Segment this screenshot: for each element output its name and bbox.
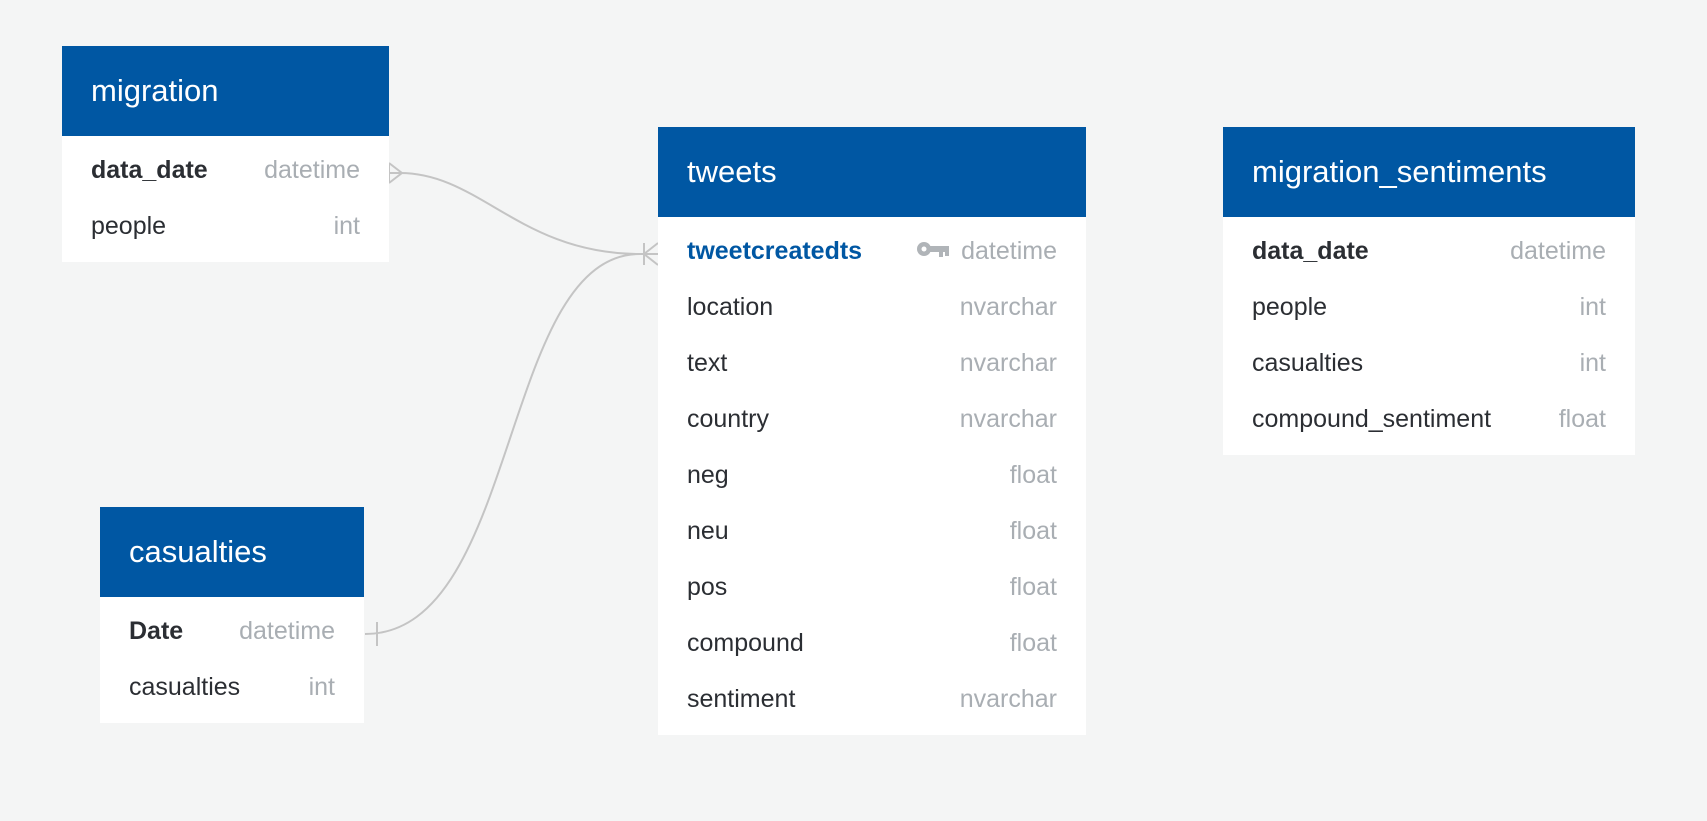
field-type: nvarchar	[959, 684, 1057, 713]
field-row[interactable]: pos float	[658, 559, 1086, 615]
field-type: float	[1009, 516, 1057, 545]
crowfoot-tweets	[630, 242, 659, 266]
field-type: int	[308, 672, 335, 701]
field-row[interactable]: neu float	[658, 503, 1086, 559]
field-name: compound_sentiment	[1252, 404, 1492, 433]
field-name: casualties	[1252, 348, 1364, 377]
field-row[interactable]: compound_sentiment float	[1223, 391, 1635, 447]
field-row[interactable]: data_date datetime	[1223, 223, 1635, 279]
field-type: nvarchar	[959, 292, 1057, 321]
field-type: nvarchar	[959, 404, 1057, 433]
field-type: int	[1579, 348, 1606, 377]
field-row[interactable]: text nvarchar	[658, 335, 1086, 391]
crowfoot-migration	[388, 162, 403, 184]
field-row[interactable]: tweetcreatedts datetime	[658, 223, 1086, 279]
field-name: country	[687, 404, 769, 433]
field-name: neg	[687, 460, 729, 489]
field-type: nvarchar	[959, 348, 1057, 377]
table-migration[interactable]: migration data_date datetime people int	[62, 46, 389, 262]
field-row[interactable]: compound float	[658, 615, 1086, 671]
field-row[interactable]: casualties int	[1223, 335, 1635, 391]
table-title[interactable]: casualties	[100, 507, 364, 597]
field-row[interactable]: sentiment nvarchar	[658, 671, 1086, 727]
field-type: int	[1579, 292, 1606, 321]
table-tweets[interactable]: tweets tweetcreatedts datetime location …	[658, 127, 1086, 735]
key-icon	[917, 242, 950, 257]
field-name: data_date	[1252, 236, 1369, 265]
field-row[interactable]: people int	[1223, 279, 1635, 335]
field-name: tweetcreatedts	[687, 236, 863, 265]
field-type: float	[1009, 460, 1057, 489]
field-type: datetime	[961, 236, 1057, 265]
field-type: datetime	[1510, 236, 1606, 265]
field-row[interactable]: Date datetime	[100, 603, 364, 659]
field-type: float	[1009, 628, 1057, 657]
field-name: people	[91, 211, 167, 240]
field-row[interactable]: casualties int	[100, 659, 364, 715]
field-type: datetime	[264, 155, 360, 184]
field-name: pos	[687, 572, 728, 601]
field-row[interactable]: location nvarchar	[658, 279, 1086, 335]
field-name: casualties	[129, 672, 241, 701]
field-name: compound	[687, 628, 804, 657]
field-name: text	[687, 348, 728, 377]
table-title[interactable]: tweets	[658, 127, 1086, 217]
field-name: sentiment	[687, 684, 796, 713]
field-name: data_date	[91, 155, 208, 184]
field-type: datetime	[239, 616, 335, 645]
field-name: neu	[687, 516, 729, 545]
field-row[interactable]: country nvarchar	[658, 391, 1086, 447]
table-title[interactable]: migration	[62, 46, 389, 136]
field-row[interactable]: people int	[62, 198, 389, 254]
field-name: location	[687, 292, 774, 321]
field-name: Date	[129, 616, 184, 645]
field-type: float	[1009, 572, 1057, 601]
field-row[interactable]: data_date datetime	[62, 142, 389, 198]
link-migration-tweets	[399, 172, 641, 255]
table-title[interactable]: migration_sentiments	[1223, 127, 1635, 217]
field-row[interactable]: neg float	[658, 447, 1086, 503]
table-casualties[interactable]: casualties Date datetime casualties int	[100, 507, 364, 723]
table-migration-sentiments[interactable]: migration_sentiments data_date datetime …	[1223, 127, 1635, 455]
field-type: int	[333, 211, 360, 240]
field-name: people	[1252, 292, 1328, 321]
field-type: float	[1558, 404, 1606, 433]
link-casualties-tweets	[364, 253, 641, 635]
